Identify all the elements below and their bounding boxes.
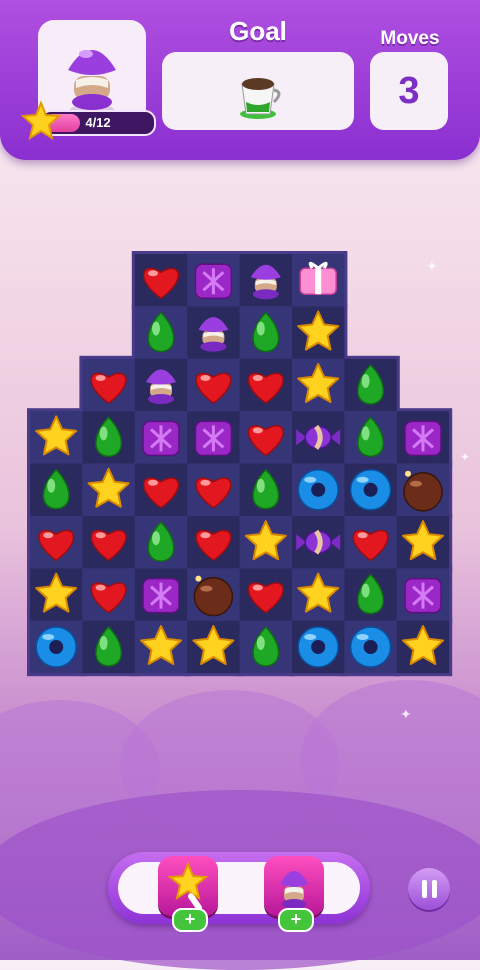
cube-candy-icon[interactable] (142, 577, 180, 614)
sparkle-decoration: ✦ (400, 706, 412, 722)
ring-candy-icon[interactable] (297, 469, 339, 511)
add-booster-button[interactable]: + (278, 908, 314, 932)
cube-candy-icon[interactable] (404, 577, 442, 614)
game-board[interactable] (0, 0, 480, 960)
pause-button[interactable] (408, 868, 450, 910)
gift-candy-icon[interactable] (299, 261, 337, 295)
pause-icon (422, 880, 427, 898)
cube-candy-icon[interactable] (142, 420, 180, 457)
bomb-booster-button[interactable] (264, 856, 324, 916)
ring-candy-icon[interactable] (35, 626, 77, 668)
cube-candy-icon[interactable] (194, 420, 233, 457)
sparkle-decoration: ✦ (426, 258, 438, 274)
sparkle-decoration: ✦ (460, 450, 471, 464)
cube-candy-icon[interactable] (194, 263, 233, 299)
ring-candy-icon[interactable] (349, 626, 392, 668)
magic-wand-booster-button[interactable] (158, 856, 218, 916)
booster-bar (108, 852, 370, 924)
cube-candy-icon[interactable] (404, 420, 442, 457)
purple-bomb-icon (280, 871, 308, 909)
magic-wand-star-icon (167, 861, 209, 911)
ring-candy-icon[interactable] (297, 626, 339, 668)
ring-candy-icon[interactable] (349, 469, 392, 511)
add-booster-button[interactable]: + (172, 908, 208, 932)
